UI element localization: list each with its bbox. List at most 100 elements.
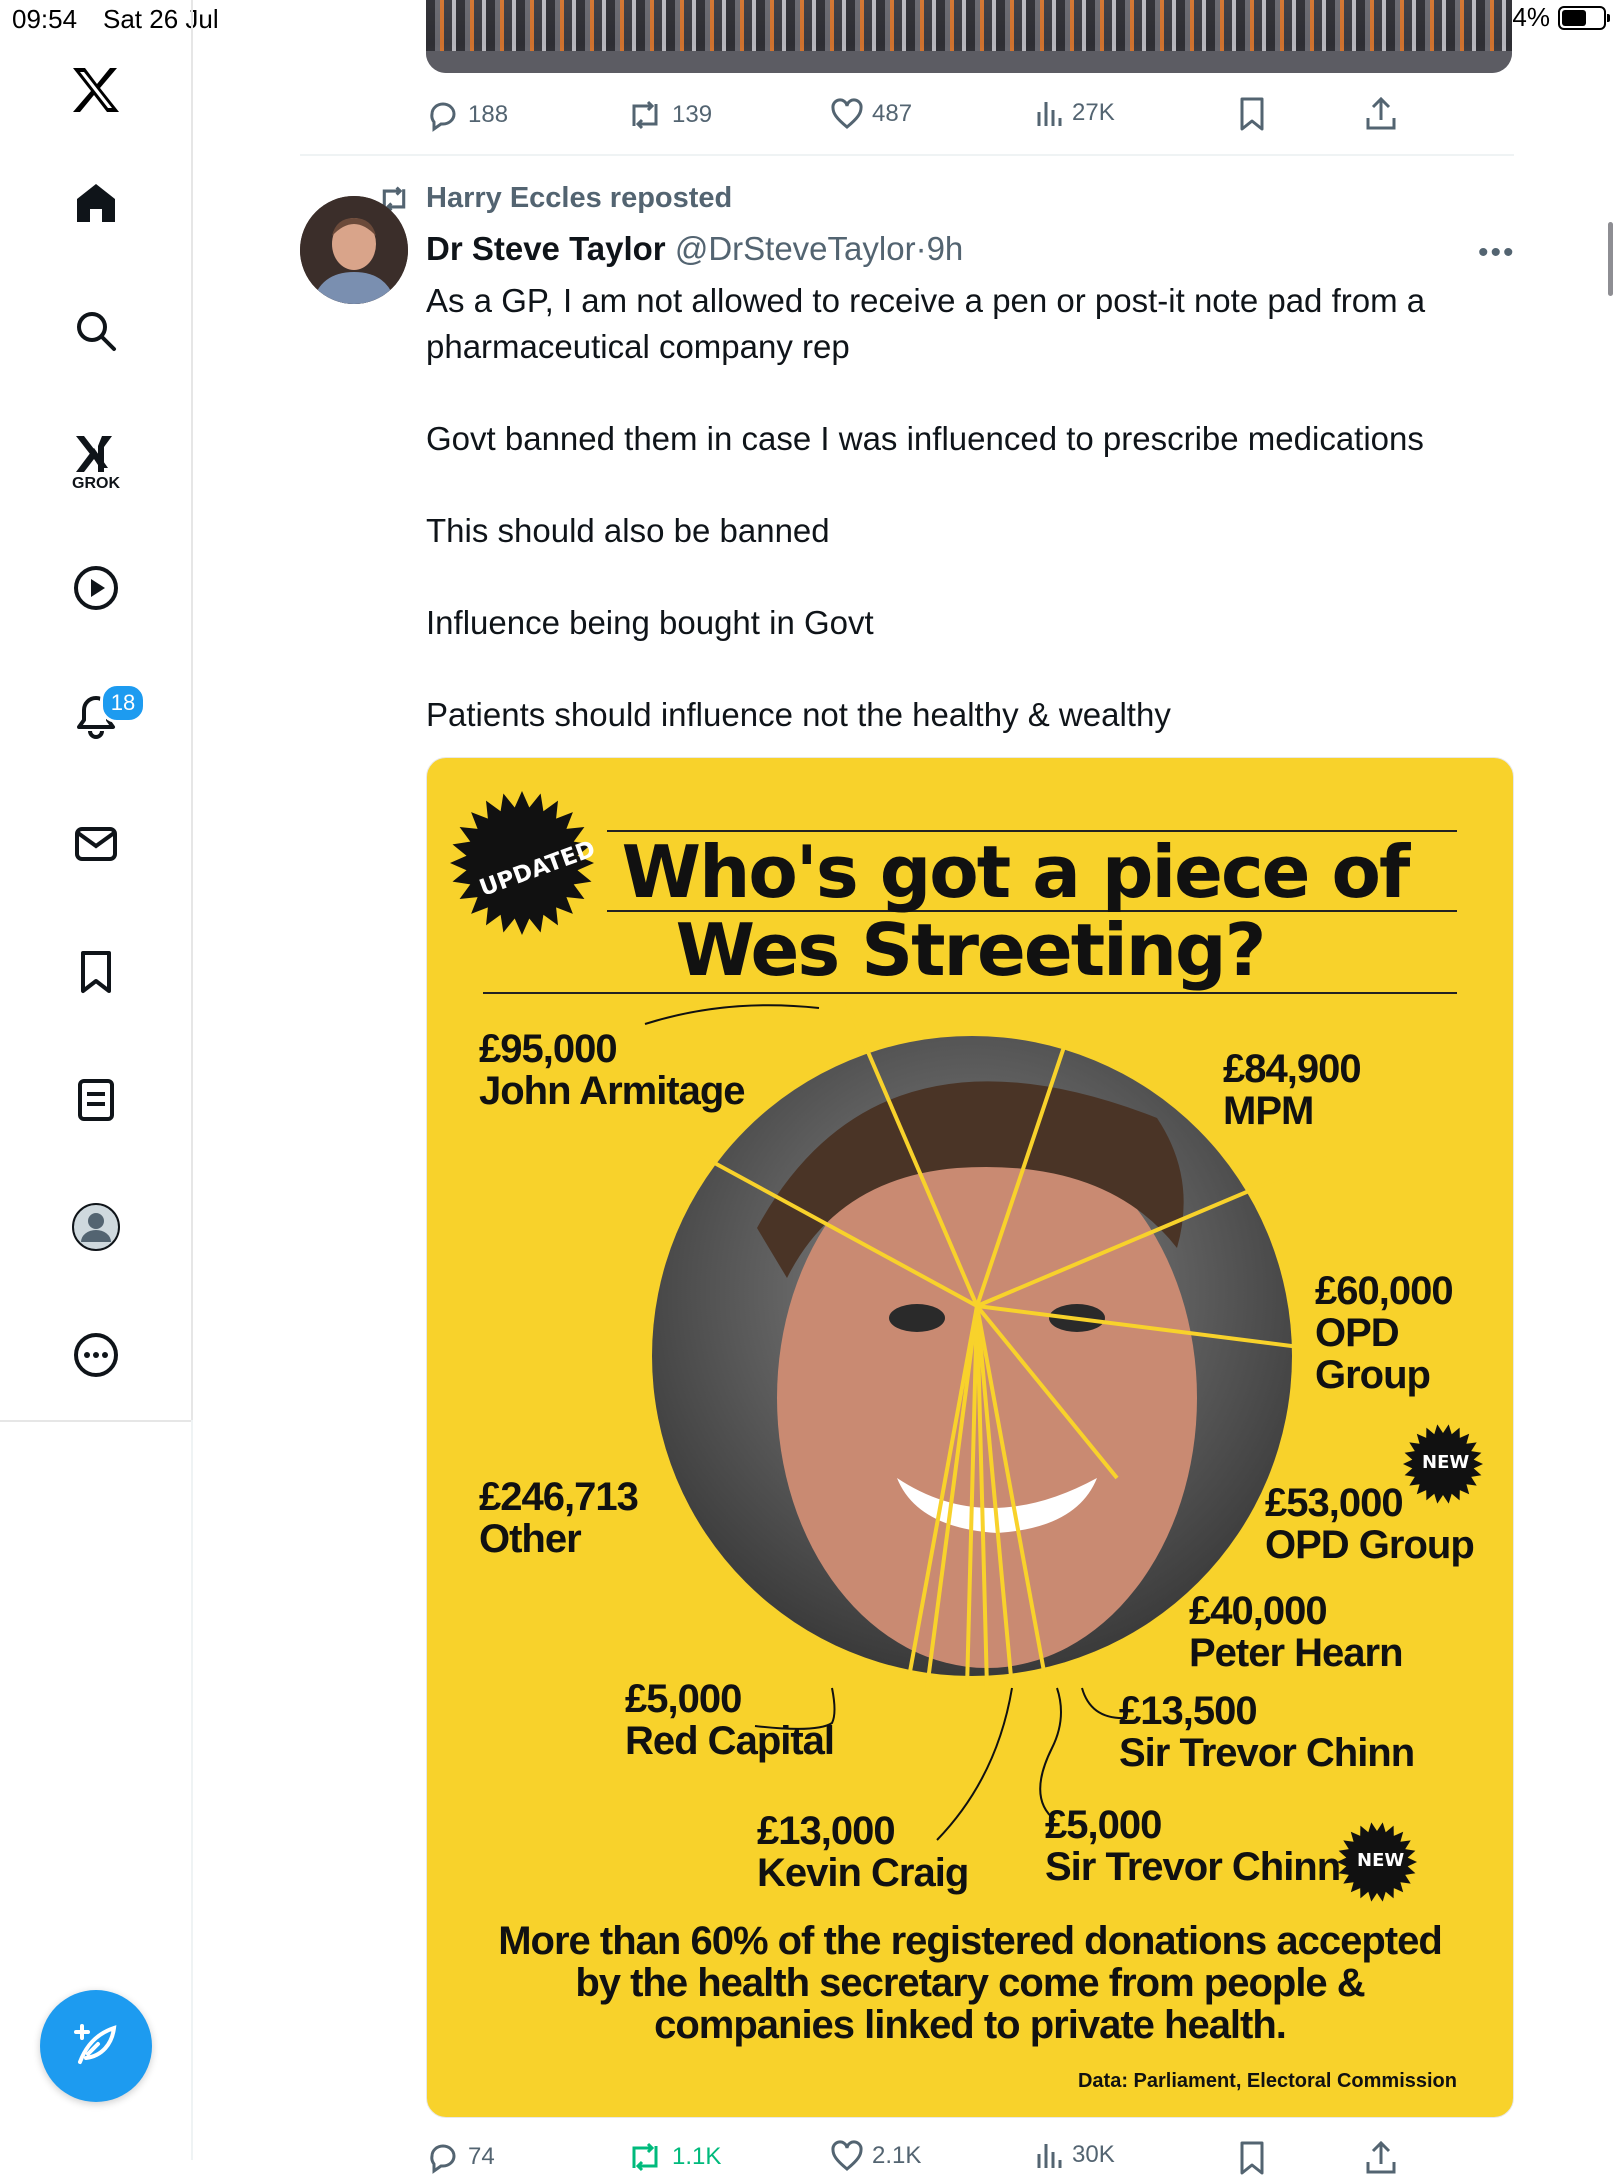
views-count: 30K bbox=[1072, 2141, 1115, 2168]
repost-label-text[interactable]: Harry Eccles reposted bbox=[426, 182, 732, 215]
views-button[interactable]: 27K bbox=[1034, 98, 1115, 128]
chinn2-connector bbox=[1039, 1687, 1062, 1821]
home-icon[interactable] bbox=[64, 171, 128, 235]
reply-icon bbox=[430, 2144, 456, 2174]
donation-amount: £246,713 bbox=[479, 1475, 639, 1519]
opd-group-53k-label: £53,000 OPD Group bbox=[1265, 1481, 1475, 1567]
tweet-time[interactable]: 9h bbox=[927, 230, 964, 267]
hearn-label: £40,000 Peter Hearn bbox=[1189, 1590, 1404, 1675]
red-capital-label: £5,000 Red Capital bbox=[625, 1677, 835, 1762]
video-icon[interactable] bbox=[64, 556, 128, 620]
tweet-text: As a GP, I am not allowed to receive a p… bbox=[426, 278, 1516, 738]
tweet-divider bbox=[300, 154, 1514, 156]
views-button[interactable]: 30K bbox=[1034, 2140, 1115, 2170]
donor-name: Kevin Craig bbox=[757, 1851, 969, 1895]
new-badge: NEW bbox=[1357, 1850, 1405, 1871]
donation-amount: £84,900 bbox=[1223, 1047, 1362, 1091]
repost-icon bbox=[632, 100, 658, 130]
repost-button[interactable]: 139 bbox=[626, 98, 712, 132]
donation-amount: £53,000 bbox=[1265, 1481, 1404, 1525]
previous-tweet-image[interactable] bbox=[426, 0, 1512, 73]
bookmark-button[interactable] bbox=[1236, 2140, 1268, 2181]
other-label: £246,713 Other bbox=[479, 1475, 639, 1561]
donor-name: OPD Group bbox=[1265, 1523, 1475, 1567]
views-icon bbox=[1037, 2144, 1062, 2168]
bookmark-button[interactable] bbox=[1236, 96, 1268, 137]
lists-icon[interactable] bbox=[64, 1068, 128, 1132]
armitage-label: £95,000 John Armitage bbox=[479, 1027, 746, 1113]
tweet-author-line: Dr Steve Taylor @DrSteveTaylor·9h bbox=[426, 230, 963, 268]
donor-name: Group bbox=[1315, 1353, 1431, 1397]
sidebar: GROK 18 bbox=[0, 0, 193, 1422]
bookmark-icon bbox=[1240, 97, 1264, 131]
views-count: 27K bbox=[1072, 99, 1115, 126]
author-name[interactable]: Dr Steve Taylor bbox=[426, 230, 666, 267]
donation-amount: £13,500 bbox=[1119, 1689, 1258, 1733]
repost-count: 139 bbox=[672, 101, 713, 128]
share-icon bbox=[1366, 96, 1396, 130]
sidebar-border bbox=[191, 1420, 193, 2160]
author-handle[interactable]: @DrSteveTaylor bbox=[675, 230, 916, 267]
reply-icon bbox=[430, 102, 456, 132]
opd-group-60k-label: £60,000 OPD Group bbox=[1315, 1269, 1454, 1397]
heart-icon bbox=[831, 98, 863, 129]
chinn-5000-label: £5,000 Sir Trevor Chinn bbox=[1045, 1803, 1341, 1888]
reply-count: 188 bbox=[468, 101, 509, 128]
repost-button[interactable]: 1.1K bbox=[626, 2140, 721, 2174]
share-button[interactable] bbox=[1364, 2140, 1398, 2181]
reply-button[interactable]: 188 bbox=[426, 98, 508, 132]
footer-line: by the health secretary come from people… bbox=[575, 1961, 1365, 2005]
reply-count: 74 bbox=[468, 2143, 495, 2170]
more-icon[interactable] bbox=[64, 1323, 128, 1387]
footer-line: companies linked to private health. bbox=[654, 2003, 1287, 2047]
tweet-paragraph: Govt banned them in case I was influence… bbox=[426, 420, 1424, 457]
scrollbar[interactable] bbox=[1608, 222, 1613, 296]
donor-name: Other bbox=[479, 1517, 582, 1561]
new-badge: NEW bbox=[1422, 1452, 1470, 1473]
like-count: 2.1K bbox=[872, 2142, 922, 2169]
search-icon[interactable] bbox=[64, 299, 128, 363]
tweet-paragraph: This should also be banned bbox=[426, 512, 830, 549]
repost-icon bbox=[632, 2142, 658, 2172]
tweet-more-icon[interactable]: ••• bbox=[1478, 236, 1516, 270]
donor-name: MPM bbox=[1223, 1089, 1314, 1133]
views-icon bbox=[1037, 102, 1062, 126]
infographic-footer: More than 60% of the registered donation… bbox=[467, 1920, 1473, 2046]
like-button[interactable]: 2.1K bbox=[830, 2140, 921, 2172]
battery-icon bbox=[1558, 5, 1610, 30]
x-logo-icon[interactable] bbox=[64, 58, 128, 122]
bookmarks-icon[interactable] bbox=[64, 940, 128, 1004]
profile-icon[interactable] bbox=[64, 1195, 128, 1259]
armitage-connector bbox=[644, 1004, 820, 1025]
separator-dot: · bbox=[915, 230, 927, 267]
reply-button[interactable]: 74 bbox=[426, 2140, 495, 2174]
tweet-paragraph: Influence being bought in Govt bbox=[426, 604, 874, 641]
donation-amount: £5,000 bbox=[1045, 1803, 1162, 1847]
tweet-paragraph: Patients should influence not the health… bbox=[426, 696, 1171, 733]
share-button[interactable] bbox=[1364, 96, 1398, 137]
donor-name: Sir Trevor Chinn bbox=[1119, 1731, 1415, 1775]
donor-name: John Armitage bbox=[479, 1069, 746, 1113]
infographic-source: Data: Parliament, Electoral Commission bbox=[1077, 2070, 1457, 2092]
messages-icon[interactable] bbox=[64, 812, 128, 876]
like-count: 487 bbox=[872, 100, 913, 127]
donor-name: Peter Hearn bbox=[1189, 1631, 1404, 1675]
tweet-image-infographic[interactable]: UPDATED Who's got a piece of Wes Streeti… bbox=[426, 757, 1514, 2118]
author-avatar[interactable] bbox=[300, 196, 408, 304]
compose-post-button[interactable] bbox=[40, 1990, 152, 2102]
pie-photo bbox=[644, 1002, 1483, 1902]
chinn-13500-label: £13,500 Sir Trevor Chinn bbox=[1119, 1689, 1415, 1775]
donation-amount: £60,000 bbox=[1315, 1269, 1454, 1313]
craig-label: £13,000 Kevin Craig bbox=[757, 1809, 969, 1895]
repost-count: 1.1K bbox=[672, 2143, 722, 2170]
grok-label: GROK bbox=[72, 475, 120, 492]
donation-amount: £13,000 bbox=[757, 1809, 896, 1853]
share-icon bbox=[1366, 2140, 1396, 2174]
bookmark-icon bbox=[1240, 2141, 1264, 2175]
donation-amount: £95,000 bbox=[479, 1027, 618, 1071]
donation-amount: £5,000 bbox=[625, 1677, 742, 1721]
like-button[interactable]: 487 bbox=[830, 98, 912, 130]
repost-indicator: Harry Eccles reposted bbox=[376, 182, 732, 215]
donor-name: OPD bbox=[1315, 1311, 1400, 1355]
tweet-paragraph: As a GP, I am not allowed to receive a p… bbox=[426, 282, 1426, 365]
